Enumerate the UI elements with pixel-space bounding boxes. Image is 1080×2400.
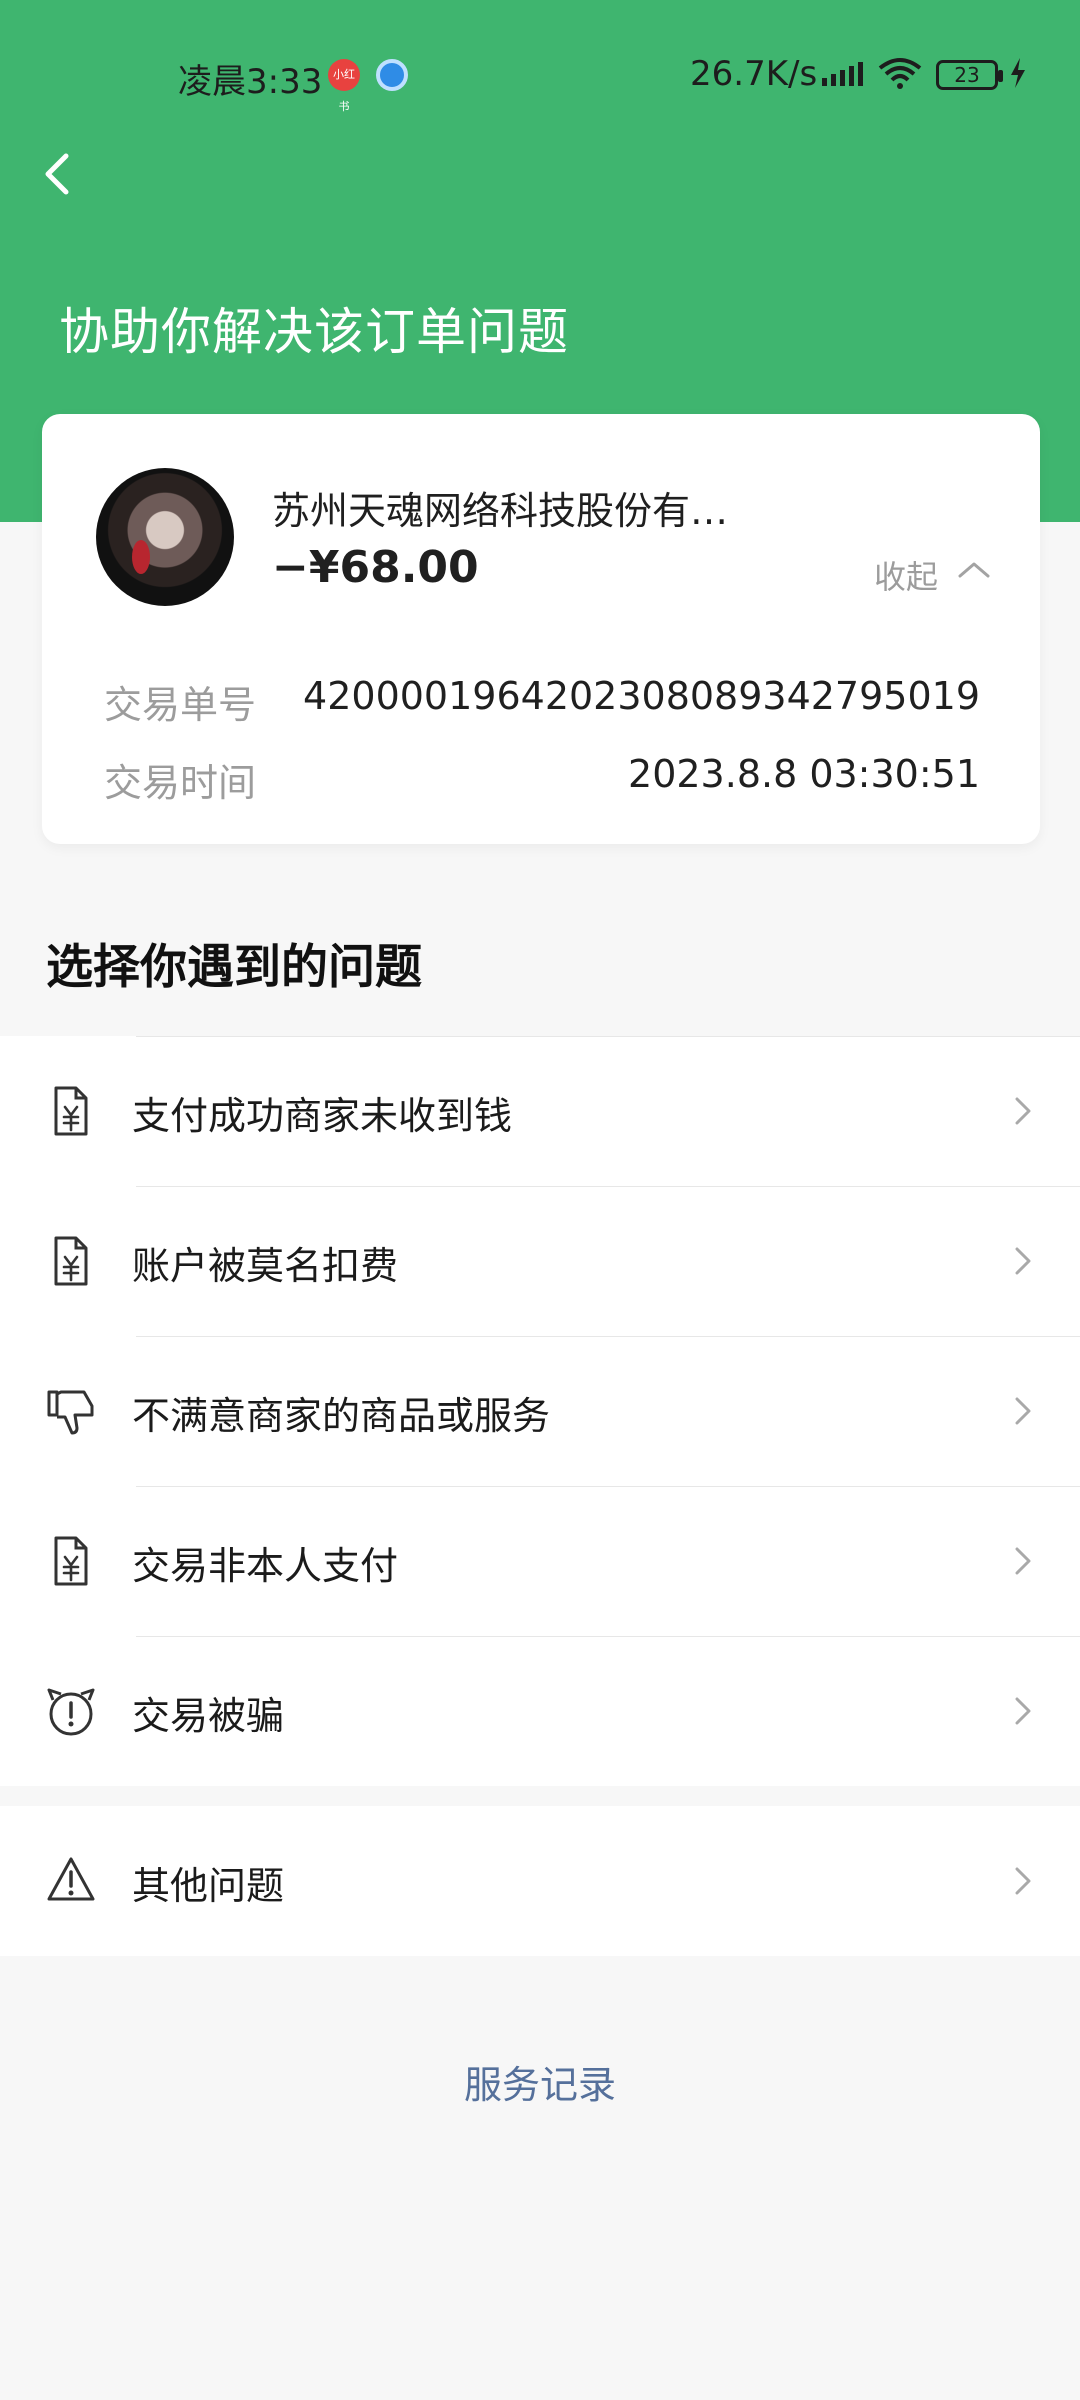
order-card: 苏州天魂网络科技股份有… −¥68.00 收起 交易单号 42000019642… (42, 414, 1040, 844)
merchant-avatar (96, 468, 234, 606)
problem-list: 支付成功商家未收到钱 账户被莫名扣费 不满意商家的商品或服务 交易非本人支付 交… (0, 1036, 1080, 1786)
chevron-right-icon (1015, 1547, 1031, 1575)
signal-icon (822, 62, 863, 86)
chevron-right-icon (1015, 1697, 1031, 1725)
section-title: 选择你遇到的问题 (46, 940, 422, 995)
notification-app-icon: 小红书 (328, 59, 360, 113)
collapse-toggle[interactable]: 收起 (874, 552, 1024, 596)
receipt-yuan-icon (54, 1236, 88, 1286)
back-button[interactable] (36, 146, 86, 202)
problem-label: 不满意商家的商品或服务 (132, 1394, 551, 1438)
status-bar: 凌晨3:33 小红书 26.7K/s 23 (0, 40, 1080, 113)
transaction-time-value: 2023.8.8 03:30:51 (628, 752, 980, 796)
chevron-right-icon (1015, 1867, 1031, 1895)
status-time: 凌晨3:33 (178, 62, 323, 102)
thumbs-down-icon (47, 1390, 94, 1435)
merchant-name: 苏州天魂网络科技股份有… (272, 489, 729, 533)
charging-icon (1011, 58, 1025, 88)
collapse-label: 收起 (874, 558, 939, 596)
chevron-right-icon (1015, 1397, 1031, 1425)
problem-item-unsatisfied-service[interactable]: 不满意商家的商品或服务 (0, 1336, 1080, 1486)
receipt-yuan-icon (54, 1086, 88, 1136)
chevron-right-icon (1015, 1247, 1031, 1275)
problem-label: 交易被骗 (132, 1694, 285, 1738)
transaction-time-label: 交易时间 (104, 761, 257, 805)
chevron-right-icon (1015, 1097, 1031, 1125)
order-amount: −¥68.00 (272, 542, 479, 593)
network-speed: 26.7K/s (690, 54, 818, 94)
battery-icon: 23 (936, 60, 1003, 90)
problem-item-other[interactable]: 其他问题 (0, 1806, 1080, 1956)
chevron-up-icon (958, 562, 990, 578)
alarm-warning-icon (47, 1688, 95, 1736)
service-record-link[interactable]: 服务记录 (0, 2054, 1080, 2109)
warning-triangle-icon (47, 1857, 95, 1901)
problem-label: 账户被莫名扣费 (132, 1244, 399, 1288)
problem-label: 交易非本人支付 (132, 1544, 399, 1588)
problem-item-unexpected-charge[interactable]: 账户被莫名扣费 (0, 1186, 1080, 1336)
wifi-icon (878, 58, 922, 89)
problem-item-not-self-payment[interactable]: 交易非本人支付 (0, 1486, 1080, 1636)
transaction-id-value: 4200001964202308089342795019 (303, 674, 980, 718)
problem-item-scammed[interactable]: 交易被骗 (0, 1636, 1080, 1786)
page-title: 协助你解决该订单问题 (59, 303, 569, 361)
problem-item-payment-not-received[interactable]: 支付成功商家未收到钱 (0, 1036, 1080, 1186)
problem-label: 支付成功商家未收到钱 (132, 1094, 513, 1138)
receipt-yuan-icon (54, 1536, 88, 1586)
security-shield-icon (376, 59, 408, 91)
transaction-id-label: 交易单号 (104, 683, 257, 727)
other-problem-label: 其他问题 (132, 1864, 285, 1908)
